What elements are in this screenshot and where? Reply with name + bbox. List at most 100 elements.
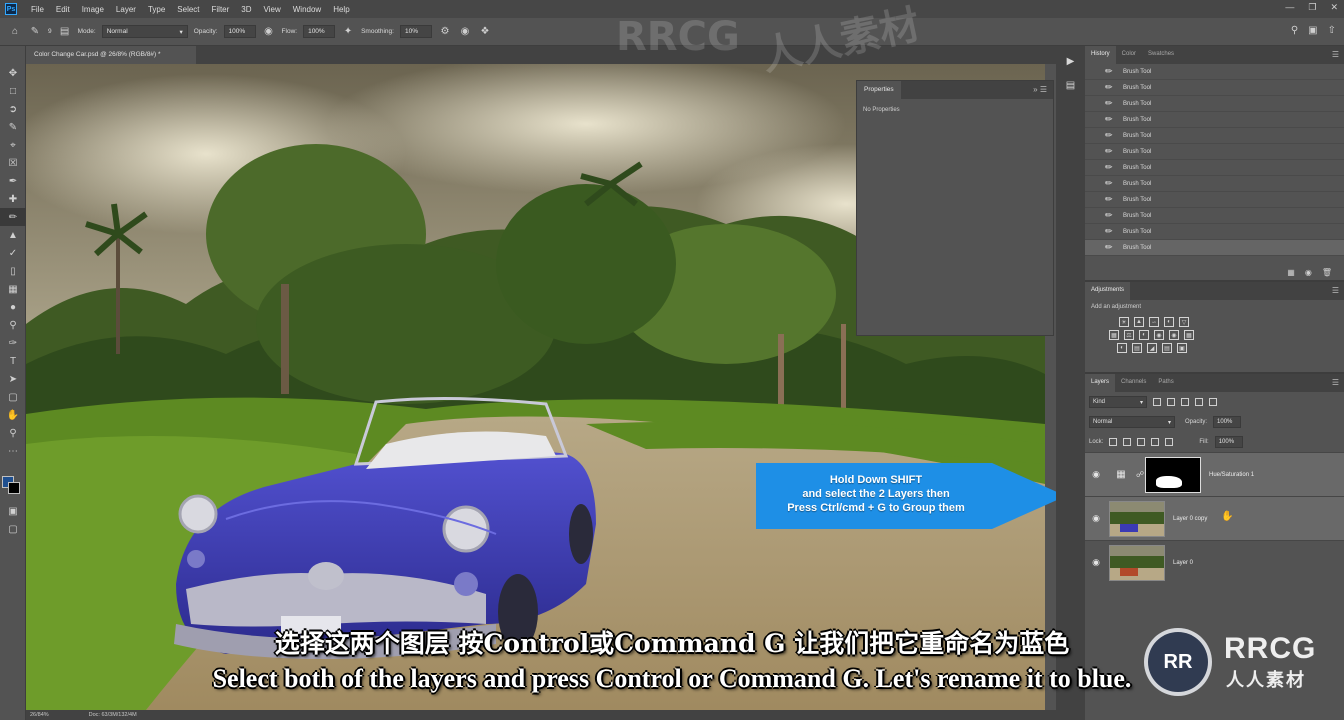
lock-all-icon[interactable] xyxy=(1165,438,1174,446)
layer-name[interactable]: Layer 0 xyxy=(1165,560,1193,566)
mode-select[interactable]: Normal ▾ xyxy=(101,25,188,38)
pressure-size-icon[interactable]: ◉ xyxy=(458,25,472,39)
path-select-tool-icon[interactable]: ➤ xyxy=(0,370,26,388)
frame-tool-icon[interactable]: ☒ xyxy=(0,154,26,172)
smart-filter-icon[interactable] xyxy=(1209,398,1217,406)
more-tools-icon[interactable]: ⋯ xyxy=(0,442,26,460)
quick-select-tool-icon[interactable]: ✎ xyxy=(0,118,26,136)
hand-tool-icon[interactable]: ✋ xyxy=(0,406,26,424)
trash-icon[interactable]: 🗑 xyxy=(1322,268,1332,277)
quick-mask-icon[interactable]: ▣ xyxy=(0,502,26,520)
curves-icon[interactable]: ∽ xyxy=(1149,317,1159,327)
minimize-icon[interactable]: — xyxy=(1285,2,1294,13)
layer-thumbnail[interactable] xyxy=(1109,500,1165,537)
blend-mode-select[interactable]: Normal ▾ xyxy=(1089,416,1175,428)
zoom-tool-icon[interactable]: ⚲ xyxy=(0,424,26,442)
history-item[interactable]: ✏ Brush Tool xyxy=(1085,176,1344,192)
posterize-icon[interactable]: ▤ xyxy=(1132,343,1142,353)
history-item[interactable]: ✏ Brush Tool xyxy=(1085,144,1344,160)
flow-field[interactable]: 100% xyxy=(303,25,336,38)
history-item[interactable]: ✏ Brush Tool xyxy=(1085,208,1344,224)
menu-file[interactable]: File xyxy=(25,5,50,14)
rectangle-tool-icon[interactable]: ▢ xyxy=(0,388,26,406)
camera-icon[interactable]: ◉ xyxy=(1305,268,1312,277)
brightness-icon[interactable]: ☀ xyxy=(1119,317,1129,327)
menu-edit[interactable]: Edit xyxy=(50,5,76,14)
vibrance-icon[interactable]: ▽ xyxy=(1179,317,1189,327)
brush-size-value[interactable]: 9 xyxy=(48,28,52,35)
screen-mode-icon[interactable]: ▢ xyxy=(0,520,26,538)
eraser-tool-icon[interactable]: ▯ xyxy=(0,262,26,280)
history-item-current[interactable]: ✏ Brush Tool xyxy=(1085,240,1344,256)
panel-menu-icon[interactable]: ☰ xyxy=(1332,286,1339,295)
history-item[interactable]: ✏ Brush Tool xyxy=(1085,128,1344,144)
color-lookup-icon[interactable]: ▦ xyxy=(1184,330,1194,340)
layer-name[interactable]: Layer 0 copy xyxy=(1165,516,1207,522)
adjustment-filter-icon[interactable] xyxy=(1167,398,1175,406)
type-filter-icon[interactable] xyxy=(1181,398,1189,406)
tab-adjustments[interactable]: Adjustments xyxy=(1085,282,1131,300)
tab-history[interactable]: History xyxy=(1085,46,1116,64)
type-tool-icon[interactable]: T xyxy=(0,352,26,370)
layer-filter-select[interactable]: Kind ▾ xyxy=(1089,396,1147,408)
eye-icon[interactable]: ◉ xyxy=(1085,513,1107,524)
symmetry-icon[interactable]: ❖ xyxy=(478,25,492,39)
eyedropper-tool-icon[interactable]: ✒ xyxy=(0,172,26,190)
background-color-swatch[interactable] xyxy=(8,482,20,494)
menu-filter[interactable]: Filter xyxy=(206,5,236,14)
zoom-status[interactable]: 26/84% xyxy=(30,712,49,718)
properties-tab[interactable]: Properties xyxy=(857,81,901,99)
lock-position-icon[interactable] xyxy=(1137,438,1146,446)
menu-layer[interactable]: Layer xyxy=(110,5,142,14)
gradient-map-icon[interactable]: ▤ xyxy=(1162,343,1172,353)
stamp-tool-icon[interactable]: ▲ xyxy=(0,226,26,244)
blur-tool-icon[interactable]: ● xyxy=(0,298,26,316)
history-item[interactable]: ✏ Brush Tool xyxy=(1085,192,1344,208)
menu-view[interactable]: View xyxy=(258,5,287,14)
pressure-opacity-icon[interactable]: ◉ xyxy=(262,25,276,39)
smoothing-field[interactable]: 10% xyxy=(399,25,432,38)
threshold-icon[interactable]: ◢ xyxy=(1147,343,1157,353)
layer-mask-thumbnail[interactable] xyxy=(1145,456,1201,493)
shape-filter-icon[interactable] xyxy=(1195,398,1203,406)
workspace-icon[interactable]: ▣ xyxy=(1308,25,1317,36)
menu-type[interactable]: Type xyxy=(142,5,171,14)
menu-3d[interactable]: 3D xyxy=(235,5,257,14)
pixel-filter-icon[interactable] xyxy=(1153,398,1161,406)
panel-menu-icon[interactable]: » ☰ xyxy=(1033,85,1047,94)
history-brush-tool-icon[interactable]: ✓ xyxy=(0,244,26,262)
lock-transparent-icon[interactable] xyxy=(1109,438,1118,446)
gear-icon[interactable]: ⚙ xyxy=(438,25,452,39)
levels-icon[interactable]: ▲ xyxy=(1134,317,1144,327)
tab-layers[interactable]: Layers xyxy=(1085,374,1116,392)
fill-field[interactable]: 100% xyxy=(1214,436,1243,448)
history-item[interactable]: ✏ Brush Tool xyxy=(1085,96,1344,112)
brush-preset-icon[interactable]: ✎ xyxy=(28,25,42,39)
selective-color-icon[interactable]: ▣ xyxy=(1177,343,1187,353)
pen-tool-icon[interactable]: ✑ xyxy=(0,334,26,352)
restore-icon[interactable]: ❐ xyxy=(1308,2,1316,13)
brush-tool-icon[interactable]: ✏ xyxy=(0,208,26,226)
menu-image[interactable]: Image xyxy=(76,5,110,14)
opacity-field[interactable]: 100% xyxy=(223,25,256,38)
layer-name[interactable]: Hue/Saturation 1 xyxy=(1201,472,1254,478)
history-item[interactable]: ✏ Brush Tool xyxy=(1085,112,1344,128)
marquee-tool-icon[interactable]: □ xyxy=(0,82,26,100)
menu-window[interactable]: Window xyxy=(287,5,327,14)
new-document-icon[interactable]: ▦ xyxy=(1287,268,1295,277)
move-tool-icon[interactable]: ✥ xyxy=(0,64,26,82)
tab-swatches[interactable]: Swatches xyxy=(1142,46,1180,64)
lasso-tool-icon[interactable]: ➲ xyxy=(0,100,26,118)
eye-icon[interactable]: ◉ xyxy=(1085,469,1107,480)
history-item[interactable]: ✏ Brush Tool xyxy=(1085,64,1344,80)
history-item[interactable]: ✏ Brush Tool xyxy=(1085,224,1344,240)
photo-filter-icon[interactable]: ◉ xyxy=(1154,330,1164,340)
panel-menu-icon[interactable]: ☰ xyxy=(1332,378,1339,387)
tab-channels[interactable]: Channels xyxy=(1115,374,1152,392)
lock-image-icon[interactable] xyxy=(1123,438,1132,446)
layer-row-layer-0-copy[interactable]: ◉ Layer 0 copy ✋ xyxy=(1085,496,1344,540)
lock-artboard-icon[interactable] xyxy=(1151,438,1160,446)
document-tab[interactable]: Color Change Car.psd @ 26/8% (RGB/8#) * xyxy=(26,46,196,64)
tab-color[interactable]: Color xyxy=(1116,46,1142,64)
panel-menu-icon[interactable]: ☰ xyxy=(1332,50,1339,59)
